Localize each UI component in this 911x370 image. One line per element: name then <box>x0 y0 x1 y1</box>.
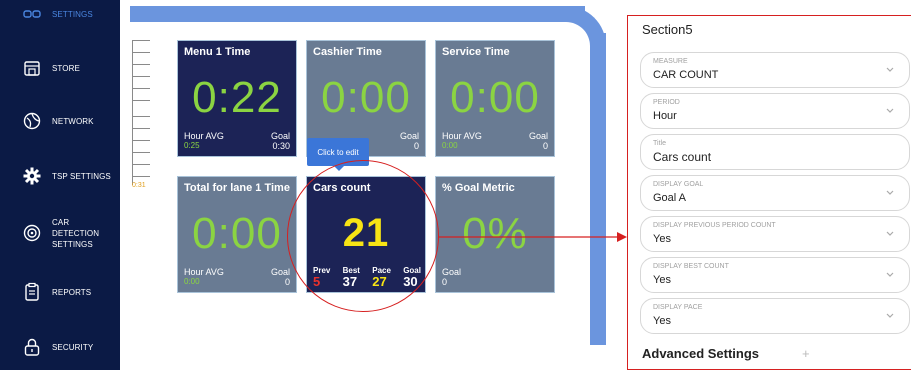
chevron-down-icon <box>886 313 894 318</box>
tile-service-time[interactable]: Service Time 0:00 Hour AVG 0:00 Goal 0 <box>435 40 555 157</box>
tile-goal: Goal 0 <box>270 267 290 287</box>
tile-value: 0:00 <box>450 73 540 122</box>
sidebar-item-network[interactable]: NETWORK <box>0 101 120 141</box>
timeline-scale: 0:31 <box>132 40 150 189</box>
sidebar-item-tsp-settings[interactable]: TSP SETTINGS <box>0 156 120 196</box>
display-previous-period-count-select[interactable]: DISPLAY PREVIOUS PERIOD COUNT Yes <box>640 216 910 252</box>
sidebar-item-reports[interactable]: REPORTS <box>0 272 120 312</box>
measure-select[interactable]: MEASURE CAR COUNT <box>640 52 910 88</box>
lane-track <box>130 6 585 22</box>
tile-title: % Goal Metric <box>442 182 515 194</box>
tile-title: Cashier Time <box>313 46 382 58</box>
sidebar-item-label: SETTINGS <box>52 9 93 19</box>
sidebar: SETTINGS STORE NETWORK TSP SETTINGS CAR … <box>0 0 120 370</box>
tile-value: 0:00 <box>321 73 411 122</box>
sidebar-item-label: STORE <box>52 63 80 73</box>
sidebar-item-label: CAR DETECTION SETTINGS <box>52 217 100 249</box>
chevron-down-icon <box>886 190 894 195</box>
expand-plus-icon[interactable]: + <box>802 346 810 361</box>
settings-grid-icon <box>22 4 42 24</box>
network-icon <box>22 111 42 131</box>
title-input[interactable]: Title Cars count <box>640 134 910 170</box>
period-select[interactable]: PERIOD Hour <box>640 93 910 129</box>
tile-goal: Goal 0 <box>399 131 419 151</box>
tile-hour-avg: Hour AVG 0:25 <box>184 131 224 150</box>
tile-title: Service Time <box>442 46 510 58</box>
highlight-circle <box>287 160 439 312</box>
tile-value: 0% <box>462 209 528 258</box>
sidebar-item-settings[interactable]: SETTINGS <box>0 0 120 34</box>
tile-total-lane-time[interactable]: Total for lane 1 Time 0:00 Hour AVG 0:00… <box>177 176 297 293</box>
sidebar-item-car-detection[interactable]: CAR DETECTION SETTINGS <box>0 213 120 253</box>
timeline-label: 0:31 <box>132 182 146 189</box>
tile-value: 0:22 <box>192 73 282 122</box>
tile-title: Menu 1 Time <box>184 46 251 58</box>
display-best-count-select[interactable]: DISPLAY BEST COUNT Yes <box>640 257 910 293</box>
tile-goal: Goal 0 <box>528 131 548 151</box>
tile-value: 0:00 <box>192 209 282 258</box>
chevron-down-icon <box>886 67 894 72</box>
chevron-down-icon <box>886 231 894 236</box>
lock-icon <box>22 337 42 357</box>
store-icon <box>22 58 42 78</box>
car-detection-icon <box>22 223 42 243</box>
panel-title: Section5 <box>642 22 693 37</box>
section-settings-panel: Section5 MEASURE CAR COUNT PERIOD Hour T… <box>627 15 911 370</box>
tile-menu-time[interactable]: Menu 1 Time 0:22 Hour AVG 0:25 Goal 0:30 <box>177 40 297 157</box>
tile-goal: Goal 0:30 <box>270 131 290 151</box>
sidebar-item-label: SECURITY <box>52 342 94 352</box>
display-goal-select[interactable]: DISPLAY GOAL Goal A <box>640 175 910 211</box>
sidebar-item-label: REPORTS <box>52 287 92 297</box>
gear-icon <box>22 166 42 186</box>
tile-title: Total for lane 1 Time <box>184 182 290 194</box>
chevron-down-icon <box>886 108 894 113</box>
tile-goal-metric[interactable]: % Goal Metric 0% Goal 0 <box>435 176 555 293</box>
sidebar-item-label: NETWORK <box>52 116 94 126</box>
sidebar-item-label: TSP SETTINGS <box>52 171 111 181</box>
advanced-settings-toggle[interactable]: Advanced Settings <box>642 346 759 361</box>
lane-track-vertical <box>590 33 606 345</box>
tile-goal: Goal 0 <box>442 267 462 287</box>
clipboard-icon <box>22 282 42 302</box>
sidebar-item-security[interactable]: SECURITY <box>0 327 120 367</box>
tile-hour-avg: Hour AVG 0:00 <box>442 131 482 150</box>
sidebar-item-store[interactable]: STORE <box>0 48 120 88</box>
display-pace-select[interactable]: DISPLAY PACE Yes <box>640 298 910 334</box>
tile-hour-avg: Hour AVG 0:00 <box>184 267 224 286</box>
chevron-down-icon <box>886 272 894 277</box>
